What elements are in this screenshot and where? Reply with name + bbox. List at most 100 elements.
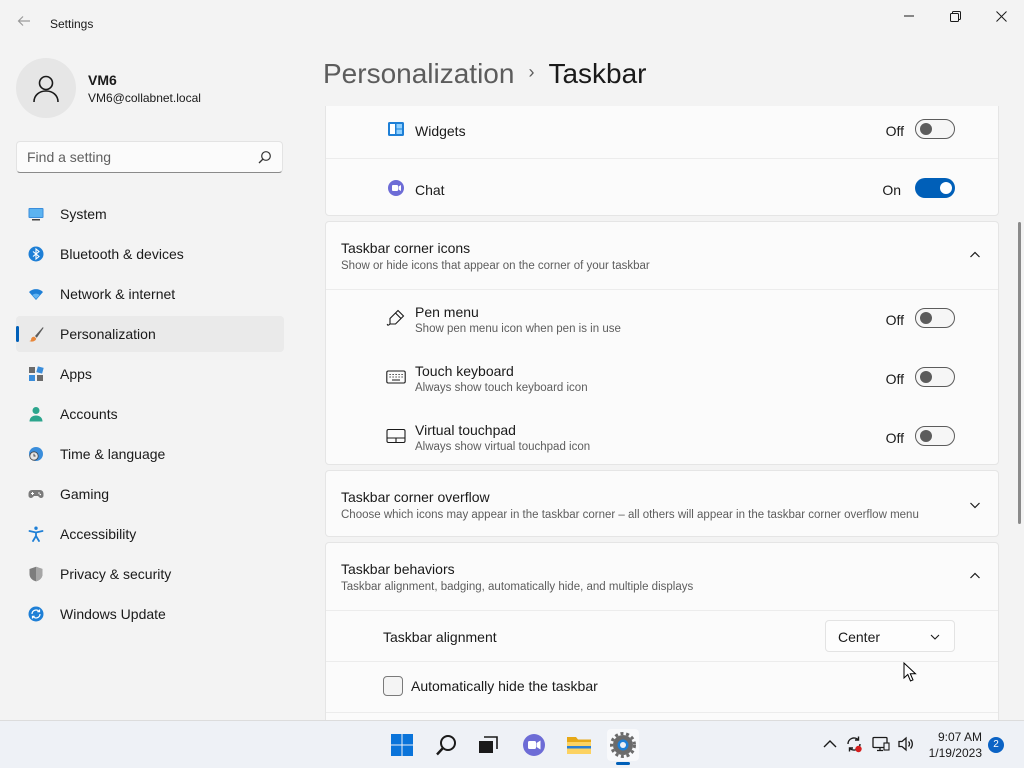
keyboard-icon	[386, 370, 406, 384]
back-arrow-icon	[17, 16, 30, 26]
sidebar-item-accounts[interactable]: Accounts	[16, 396, 284, 432]
taskbar-alignment-dropdown[interactable]: Center	[825, 620, 955, 652]
taskbar-search-button[interactable]	[431, 729, 463, 761]
toggle-knob	[920, 312, 932, 324]
virtual-touchpad-subtitle: Always show virtual touchpad icon	[415, 441, 591, 453]
taskbar-alignment-label: Taskbar alignment	[383, 629, 497, 645]
row-divider	[326, 158, 998, 159]
sidebar-item-accessibility[interactable]: Accessibility	[16, 516, 284, 552]
minimize-button[interactable]	[886, 0, 932, 32]
clock-time: 9:07 AM	[937, 730, 982, 744]
pen-menu-toggle[interactable]	[915, 308, 955, 328]
row-divider	[326, 661, 998, 662]
chevron-up-icon[interactable]	[969, 249, 981, 261]
globe-clock-icon	[29, 447, 43, 461]
folder-icon	[567, 737, 591, 754]
page-title: Taskbar	[548, 58, 647, 89]
file-explorer-button[interactable]	[563, 729, 595, 761]
breadcrumb-parent[interactable]: Personalization	[323, 58, 514, 89]
network-icon	[872, 736, 890, 752]
chat-toggle[interactable]	[915, 178, 955, 198]
task-view-icon	[479, 736, 498, 753]
sidebar-item-gaming[interactable]: Gaming	[16, 476, 284, 512]
pen-menu-title: Pen menu	[415, 304, 479, 320]
widgets-toggle[interactable]	[915, 119, 955, 139]
back-button[interactable]	[12, 12, 36, 36]
chat-label: Chat	[415, 182, 445, 198]
mouse-cursor-icon	[903, 662, 917, 682]
accessibility-icon	[28, 526, 44, 542]
sidebar-item-network[interactable]: Network & internet	[16, 276, 284, 312]
pen-menu-state: Off	[885, 312, 904, 328]
user-email: VM6@collabnet.local	[88, 91, 201, 105]
sidebar-item-privacy[interactable]: Privacy & security	[16, 556, 284, 592]
behaviors-header[interactable]: Taskbar behaviors Taskbar alignment, bad…	[326, 543, 998, 610]
app-title: Settings	[50, 17, 94, 31]
sidebar-item-time-language[interactable]: Time & language	[16, 436, 284, 472]
sidebar-item-bluetooth[interactable]: Bluetooth & devices	[16, 236, 284, 272]
widgets-state: Off	[885, 123, 904, 139]
monitor-icon	[28, 208, 44, 221]
behaviors-title: Taskbar behaviors	[341, 561, 455, 577]
autohide-checkbox[interactable]	[383, 676, 403, 696]
close-button[interactable]	[978, 0, 1024, 32]
clock-date: 1/19/2023	[928, 746, 982, 760]
close-icon	[995, 10, 1007, 22]
sidebar-item-label: Bluetooth & devices	[60, 246, 184, 262]
behaviors-subtitle: Taskbar alignment, badging, automaticall…	[341, 581, 694, 593]
chevron-down-icon[interactable]	[969, 499, 981, 511]
minimize-icon	[904, 15, 914, 17]
behaviors-card: Taskbar behaviors Taskbar alignment, bad…	[325, 542, 999, 720]
toggle-knob	[920, 430, 932, 442]
title-bar: Settings	[0, 0, 1024, 48]
touchpad-icon	[386, 428, 406, 444]
person-icon	[29, 407, 43, 422]
sidebar-item-label: Apps	[60, 366, 92, 382]
search-input[interactable]	[17, 142, 247, 172]
sync-icon	[847, 736, 862, 753]
search-icon[interactable]	[258, 150, 272, 164]
task-view-button[interactable]	[472, 729, 504, 761]
corner-icons-header[interactable]: Taskbar corner icons Show or hide icons …	[326, 222, 998, 289]
sidebar-item-system[interactable]: System	[16, 196, 284, 232]
restore-button[interactable]	[932, 0, 978, 32]
pen-icon	[386, 309, 405, 326]
taskbar-items-card: Widgets Off Chat On	[325, 106, 999, 216]
content-scrollbar[interactable]	[1018, 222, 1021, 524]
tray-volume-button[interactable]	[897, 735, 915, 753]
sidebar-item-label: Gaming	[60, 486, 110, 502]
settings-content[interactable]: Widgets Off Chat On Taskbar corner icons…	[325, 106, 999, 720]
corner-overflow-card[interactable]: Taskbar corner overflow Choose which ico…	[325, 470, 999, 537]
sidebar-item-label: Accessibility	[60, 526, 137, 542]
autohide-label[interactable]: Automatically hide the taskbar	[411, 678, 598, 694]
tray-network-button[interactable]	[872, 735, 890, 753]
toggle-knob	[940, 182, 952, 194]
sidebar-item-apps[interactable]: Apps	[16, 356, 284, 392]
chevron-up-icon	[823, 740, 837, 748]
toggle-knob	[920, 371, 932, 383]
paintbrush-icon	[29, 327, 44, 342]
touch-keyboard-subtitle: Always show touch keyboard icon	[415, 382, 588, 394]
apps-icon	[29, 366, 44, 381]
widgets-icon	[388, 122, 404, 136]
row-divider	[326, 712, 998, 713]
sidebar-item-windows-update[interactable]: Windows Update	[16, 596, 284, 632]
widgets-label: Widgets	[415, 123, 466, 139]
virtual-touchpad-toggle[interactable]	[915, 426, 955, 446]
bluetooth-icon	[28, 246, 44, 262]
start-button[interactable]	[386, 729, 418, 761]
search-box[interactable]	[16, 141, 283, 173]
shield-icon	[29, 566, 43, 582]
corner-icons-card: Taskbar corner icons Show or hide icons …	[325, 221, 999, 465]
chevron-up-icon[interactable]	[969, 570, 981, 582]
teams-chat-button[interactable]	[518, 729, 550, 761]
notification-badge[interactable]: 2	[988, 737, 1004, 753]
touch-keyboard-title: Touch keyboard	[415, 363, 514, 379]
sidebar-item-personalization[interactable]: Personalization	[16, 316, 284, 352]
settings-app-button[interactable]	[607, 729, 639, 761]
touch-keyboard-toggle[interactable]	[915, 367, 955, 387]
show-hidden-icons-button[interactable]	[821, 735, 839, 753]
touch-keyboard-state: Off	[885, 371, 904, 387]
search-icon	[436, 735, 456, 756]
tray-sync-button[interactable]	[845, 735, 863, 753]
